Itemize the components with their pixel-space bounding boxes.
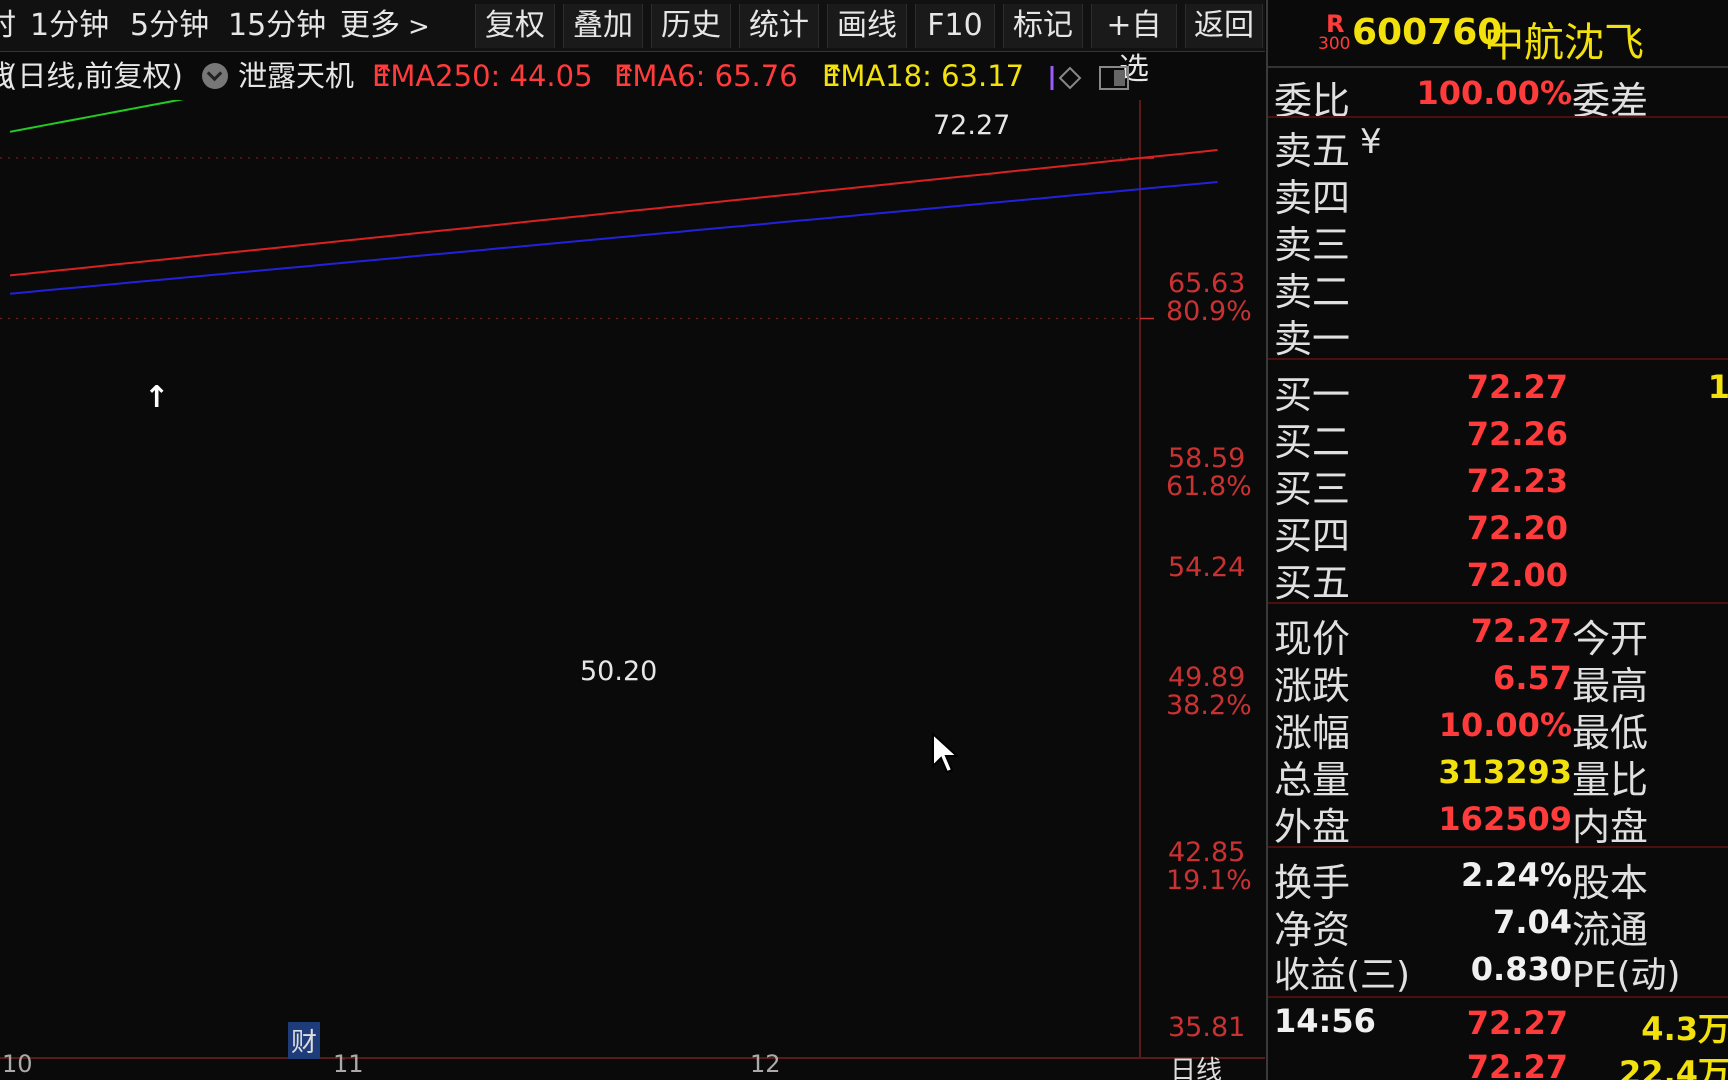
weibi-value: 100.00% — [1416, 74, 1572, 112]
tick-price-2: 72.27 — [1466, 1048, 1568, 1080]
buy-1-volume: 1 — [1707, 368, 1728, 406]
price-label-3: 54.24 — [1168, 552, 1246, 583]
finance-badge[interactable]: 财 — [288, 1022, 321, 1059]
month-label-10: 10 — [2, 1050, 33, 1078]
month-label-11: 11 — [333, 1050, 364, 1078]
price-label-4: 49.89 — [1168, 662, 1246, 693]
stat-right-pe: PE(动) — [1572, 955, 1681, 996]
kline-chart[interactable]: 卖出 65.63 80.9% 58.59 61.8% 54.24 49.89 3… — [0, 100, 1265, 1080]
stat-value-eps: 0.830 — [1470, 950, 1572, 988]
buy-5-label: 买五 — [1274, 561, 1351, 605]
ema18-text: EMA18: 63.17 — [822, 59, 1025, 93]
kline-svg[interactable]: 卖出 — [0, 100, 1265, 1060]
buy-4-price: 72.20 — [1466, 509, 1568, 547]
price-label-6: 35.81 — [1168, 1012, 1246, 1043]
ma-blue-line — [9, 181, 1218, 295]
period-more-label: 更多 — [340, 8, 400, 43]
stat-value-netasset: 7.04 — [1493, 903, 1572, 941]
chevron-right-icon: > — [408, 12, 430, 42]
high-price-marker: 72.27 — [933, 110, 1011, 141]
stat-right-inner: 内盘 — [1572, 805, 1649, 849]
stat-value-turnover: 2.24% — [1460, 856, 1572, 894]
stat-value-price: 72.27 — [1470, 612, 1572, 650]
period-5min[interactable]: 5分钟 — [130, 0, 209, 52]
pct-label-1: 80.9% — [1166, 296, 1252, 327]
stock-name: 中航沈飞 — [1484, 20, 1644, 66]
stat-value-outer: 162509 — [1438, 800, 1572, 838]
add-watchlist-button[interactable]: +自选 — [1091, 4, 1177, 87]
quote-panel: R 300 600760 中航沈飞 委比 100.00% 委差 卖五 ¥ 卖四 … — [1266, 0, 1728, 1080]
buy-5-price: 72.00 — [1466, 556, 1568, 594]
indicator-mode-name[interactable]: 泄露天机 — [238, 56, 354, 96]
up-arrow-icon: ↑ — [614, 59, 639, 93]
ema6-text: EMA6: 65.76 — [614, 59, 798, 93]
tick-price-1: 72.27 — [1466, 1004, 1568, 1042]
sell-1-label: 卖一 — [1274, 317, 1351, 361]
yuan-icon: ¥ — [1360, 122, 1382, 162]
stat-value-change: 6.57 — [1493, 659, 1572, 697]
low-price-marker: 50.20 — [580, 656, 658, 687]
pct-label-2: 61.8% — [1166, 471, 1252, 502]
stat-label-outer: 外盘 — [1274, 805, 1351, 849]
r-badge-sub: 300 — [1318, 34, 1351, 54]
period-1min[interactable]: 1分钟 — [30, 0, 109, 52]
period-label[interactable]: 日线 — [1170, 1050, 1222, 1080]
overlay-button[interactable]: 叠加 — [563, 4, 643, 48]
tick-time-1: 14:56 — [1274, 1002, 1376, 1040]
up-arrow-icon: ↑ — [822, 59, 847, 93]
back-button[interactable]: 返回 — [1185, 4, 1263, 48]
dropdown-circle-icon[interactable] — [202, 63, 228, 89]
panel-toggle-icon[interactable] — [1098, 62, 1130, 102]
up-arrow-icon: ↑ — [372, 59, 397, 93]
period-daily-partial[interactable]: 时 — [0, 0, 16, 52]
period-toolbar: 时 1分钟 5分钟 15分钟 更多 > 复权 叠加 历史 统计 画线 F10 标记… — [0, 0, 1265, 87]
tick-vol-2: 22.4万 — [1619, 1054, 1728, 1080]
f10-button[interactable]: F10 — [915, 4, 995, 48]
diamond-toggle-icon[interactable] — [1048, 62, 1084, 102]
indicator-legend: 线 (日线,前复权) 泄露天机 EMA250: 44.05↑ EMA6: 65.… — [0, 56, 1140, 96]
ma-red-line — [9, 149, 1218, 277]
pct-label-5: 19.1% — [1166, 865, 1252, 896]
fuquan-button[interactable]: 复权 — [475, 4, 555, 48]
tick-vol-1: 4.3万 — [1641, 1010, 1728, 1048]
pct-label-4: 38.2% — [1166, 690, 1252, 721]
buy-1-price: 72.27 — [1466, 368, 1568, 406]
chart-arrow-marker: ↑ — [144, 380, 170, 415]
period-more-button[interactable]: 更多 > — [340, 0, 430, 52]
price-label-5: 42.85 — [1168, 837, 1246, 868]
price-label-2: 58.59 — [1168, 443, 1246, 474]
stat-value-pct: 10.00% — [1438, 706, 1572, 744]
period-15min[interactable]: 15分钟 — [228, 0, 326, 52]
price-label-1: 65.63 — [1168, 268, 1246, 299]
draw-line-button[interactable]: 画线 — [827, 4, 907, 48]
history-button[interactable]: 历史 — [651, 4, 731, 48]
ma-green-line — [9, 100, 185, 133]
buy-2-price: 72.26 — [1466, 415, 1568, 453]
stat-label-eps: 收益(三) — [1274, 955, 1411, 996]
stat-value-volume: 313293 — [1438, 753, 1572, 791]
statistics-button[interactable]: 统计 — [739, 4, 819, 48]
chart-title: (日线,前复权) — [6, 59, 183, 93]
stock-code: 600760 — [1352, 12, 1503, 53]
ema250-text: EMA250: 44.05 — [372, 59, 593, 93]
mouse-cursor-icon — [932, 732, 960, 774]
buy-3-price: 72.23 — [1466, 462, 1568, 500]
month-label-12: 12 — [750, 1050, 781, 1078]
mark-button[interactable]: 标记 — [1003, 4, 1083, 48]
